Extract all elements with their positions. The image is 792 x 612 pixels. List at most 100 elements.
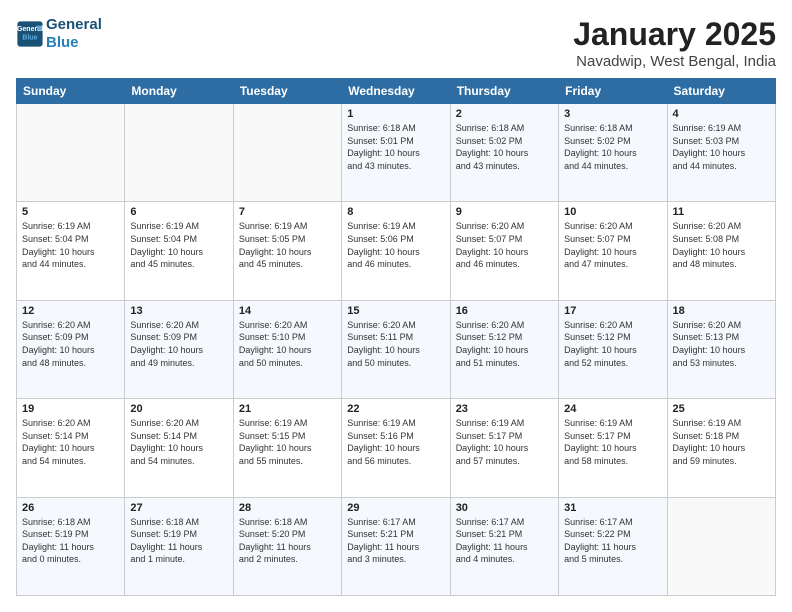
calendar-cell: 28 Sunrise: 6:18 AM Sunset: 5:20 PM Dayli… <box>233 497 341 595</box>
header-tuesday: Tuesday <box>233 79 341 104</box>
day-number: 10 <box>564 206 661 218</box>
day-info: Sunrise: 6:19 AM Sunset: 5:17 PM Dayligh… <box>456 417 553 467</box>
day-info: Sunrise: 6:18 AM Sunset: 5:02 PM Dayligh… <box>564 122 661 172</box>
calendar-cell: 31Sunrise: 6:17 AM Sunset: 5:22 PM Dayli… <box>559 497 667 595</box>
calendar-cell: 10 Sunrise: 6:20 AM Sunset: 5:07 PM Dayli… <box>559 202 667 300</box>
day-info: Sunrise: 6:17 AM Sunset: 5:21 PM Dayligh… <box>456 516 553 566</box>
svg-text:Blue: Blue <box>22 35 37 42</box>
calendar-cell: 18 Sunrise: 6:20 AM Sunset: 5:13 PM Dayli… <box>667 300 775 398</box>
calendar-cell: 17 Sunrise: 6:20 AM Sunset: 5:12 PM Dayli… <box>559 300 667 398</box>
week-row-1: 1 Sunrise: 6:18 AM Sunset: 5:01 PM Daylig… <box>17 104 776 202</box>
day-info: Sunrise: 6:19 AM Sunset: 5:06 PM Dayligh… <box>347 220 444 270</box>
day-number: 15 <box>347 305 444 317</box>
day-number: 12 <box>22 305 119 317</box>
header-monday: Monday <box>125 79 233 104</box>
calendar-cell: 2 Sunrise: 6:18 AM Sunset: 5:02 PM Daylig… <box>450 104 558 202</box>
calendar-cell: 5 Sunrise: 6:19 AM Sunset: 5:04 PM Daylig… <box>17 202 125 300</box>
calendar-cell: 21 Sunrise: 6:19 AM Sunset: 5:15 PM Dayli… <box>233 399 341 497</box>
day-info: Sunrise: 6:19 AM Sunset: 5:04 PM Dayligh… <box>130 220 227 270</box>
calendar-cell: 14 Sunrise: 6:20 AM Sunset: 5:10 PM Dayli… <box>233 300 341 398</box>
calendar-cell: 30 Sunrise: 6:17 AM Sunset: 5:21 PM Dayli… <box>450 497 558 595</box>
day-number: 19 <box>22 403 119 415</box>
calendar-cell <box>125 104 233 202</box>
day-number: 13 <box>130 305 227 317</box>
day-number: 4 <box>673 108 770 120</box>
day-info: Sunrise: 6:19 AM Sunset: 5:05 PM Dayligh… <box>239 220 336 270</box>
day-info: Sunrise: 6:20 AM Sunset: 5:07 PM Dayligh… <box>456 220 553 270</box>
calendar-page: General Blue General Blue January 2025 N… <box>0 0 792 612</box>
calendar-cell: 9Sunrise: 6:20 AM Sunset: 5:07 PM Daylig… <box>450 202 558 300</box>
calendar-cell: 19 Sunrise: 6:20 AM Sunset: 5:14 PM Dayli… <box>17 399 125 497</box>
header-saturday: Saturday <box>667 79 775 104</box>
day-info: Sunrise: 6:18 AM Sunset: 5:02 PM Dayligh… <box>456 122 553 172</box>
header-row: Sunday Monday Tuesday Wednesday Thursday… <box>17 79 776 104</box>
day-info: Sunrise: 6:20 AM Sunset: 5:07 PM Dayligh… <box>564 220 661 270</box>
day-number: 1 <box>347 108 444 120</box>
header-sunday: Sunday <box>17 79 125 104</box>
day-number: 11 <box>673 206 770 218</box>
calendar-cell: 27Sunrise: 6:18 AM Sunset: 5:19 PM Dayli… <box>125 497 233 595</box>
day-info: Sunrise: 6:20 AM Sunset: 5:11 PM Dayligh… <box>347 319 444 369</box>
day-info: Sunrise: 6:20 AM Sunset: 5:12 PM Dayligh… <box>456 319 553 369</box>
day-number: 17 <box>564 305 661 317</box>
day-number: 30 <box>456 502 553 514</box>
calendar-cell: 3 Sunrise: 6:18 AM Sunset: 5:02 PM Daylig… <box>559 104 667 202</box>
day-info: Sunrise: 6:20 AM Sunset: 5:10 PM Dayligh… <box>239 319 336 369</box>
day-number: 2 <box>456 108 553 120</box>
day-info: Sunrise: 6:19 AM Sunset: 5:18 PM Dayligh… <box>673 417 770 467</box>
day-info: Sunrise: 6:20 AM Sunset: 5:14 PM Dayligh… <box>22 417 119 467</box>
week-row-5: 26 Sunrise: 6:18 AM Sunset: 5:19 PM Dayli… <box>17 497 776 595</box>
calendar-cell: 11 Sunrise: 6:20 AM Sunset: 5:08 PM Dayli… <box>667 202 775 300</box>
calendar-subtitle: Navadwip, West Bengal, India <box>573 53 776 70</box>
day-number: 7 <box>239 206 336 218</box>
header-wednesday: Wednesday <box>342 79 450 104</box>
day-number: 6 <box>130 206 227 218</box>
header: General Blue General Blue January 2025 N… <box>16 16 776 70</box>
calendar-cell: 12 Sunrise: 6:20 AM Sunset: 5:09 PM Dayli… <box>17 300 125 398</box>
calendar-cell: 23 Sunrise: 6:19 AM Sunset: 5:17 PM Dayli… <box>450 399 558 497</box>
day-info: Sunrise: 6:18 AM Sunset: 5:01 PM Dayligh… <box>347 122 444 172</box>
day-info: Sunrise: 6:18 AM Sunset: 5:19 PM Dayligh… <box>130 516 227 566</box>
calendar-cell: 24Sunrise: 6:19 AM Sunset: 5:17 PM Dayli… <box>559 399 667 497</box>
day-number: 21 <box>239 403 336 415</box>
day-number: 14 <box>239 305 336 317</box>
day-info: Sunrise: 6:19 AM Sunset: 5:04 PM Dayligh… <box>22 220 119 270</box>
calendar-table: Sunday Monday Tuesday Wednesday Thursday… <box>16 78 776 596</box>
day-number: 18 <box>673 305 770 317</box>
day-number: 29 <box>347 502 444 514</box>
header-thursday: Thursday <box>450 79 558 104</box>
day-info: Sunrise: 6:20 AM Sunset: 5:08 PM Dayligh… <box>673 220 770 270</box>
calendar-cell <box>17 104 125 202</box>
day-number: 5 <box>22 206 119 218</box>
day-number: 31 <box>564 502 661 514</box>
logo-text: General Blue <box>46 16 102 52</box>
day-info: Sunrise: 6:19 AM Sunset: 5:15 PM Dayligh… <box>239 417 336 467</box>
header-friday: Friday <box>559 79 667 104</box>
calendar-cell: 8 Sunrise: 6:19 AM Sunset: 5:06 PM Daylig… <box>342 202 450 300</box>
day-info: Sunrise: 6:19 AM Sunset: 5:03 PM Dayligh… <box>673 122 770 172</box>
day-info: Sunrise: 6:19 AM Sunset: 5:16 PM Dayligh… <box>347 417 444 467</box>
calendar-cell <box>667 497 775 595</box>
day-number: 8 <box>347 206 444 218</box>
day-info: Sunrise: 6:20 AM Sunset: 5:12 PM Dayligh… <box>564 319 661 369</box>
calendar-cell: 29 Sunrise: 6:17 AM Sunset: 5:21 PM Dayli… <box>342 497 450 595</box>
week-row-3: 12 Sunrise: 6:20 AM Sunset: 5:09 PM Dayli… <box>17 300 776 398</box>
day-number: 23 <box>456 403 553 415</box>
logo-icon: General Blue <box>16 20 44 48</box>
calendar-cell: 16Sunrise: 6:20 AM Sunset: 5:12 PM Dayli… <box>450 300 558 398</box>
day-number: 3 <box>564 108 661 120</box>
calendar-cell: 25Sunrise: 6:19 AM Sunset: 5:18 PM Dayli… <box>667 399 775 497</box>
day-info: Sunrise: 6:17 AM Sunset: 5:21 PM Dayligh… <box>347 516 444 566</box>
calendar-cell: 22 Sunrise: 6:19 AM Sunset: 5:16 PM Dayli… <box>342 399 450 497</box>
day-number: 26 <box>22 502 119 514</box>
day-number: 28 <box>239 502 336 514</box>
day-number: 22 <box>347 403 444 415</box>
calendar-cell: 20Sunrise: 6:20 AM Sunset: 5:14 PM Dayli… <box>125 399 233 497</box>
day-info: Sunrise: 6:20 AM Sunset: 5:13 PM Dayligh… <box>673 319 770 369</box>
week-row-4: 19 Sunrise: 6:20 AM Sunset: 5:14 PM Dayli… <box>17 399 776 497</box>
week-row-2: 5 Sunrise: 6:19 AM Sunset: 5:04 PM Daylig… <box>17 202 776 300</box>
day-info: Sunrise: 6:20 AM Sunset: 5:09 PM Dayligh… <box>22 319 119 369</box>
day-info: Sunrise: 6:19 AM Sunset: 5:17 PM Dayligh… <box>564 417 661 467</box>
day-info: Sunrise: 6:18 AM Sunset: 5:20 PM Dayligh… <box>239 516 336 566</box>
calendar-cell: 1 Sunrise: 6:18 AM Sunset: 5:01 PM Daylig… <box>342 104 450 202</box>
